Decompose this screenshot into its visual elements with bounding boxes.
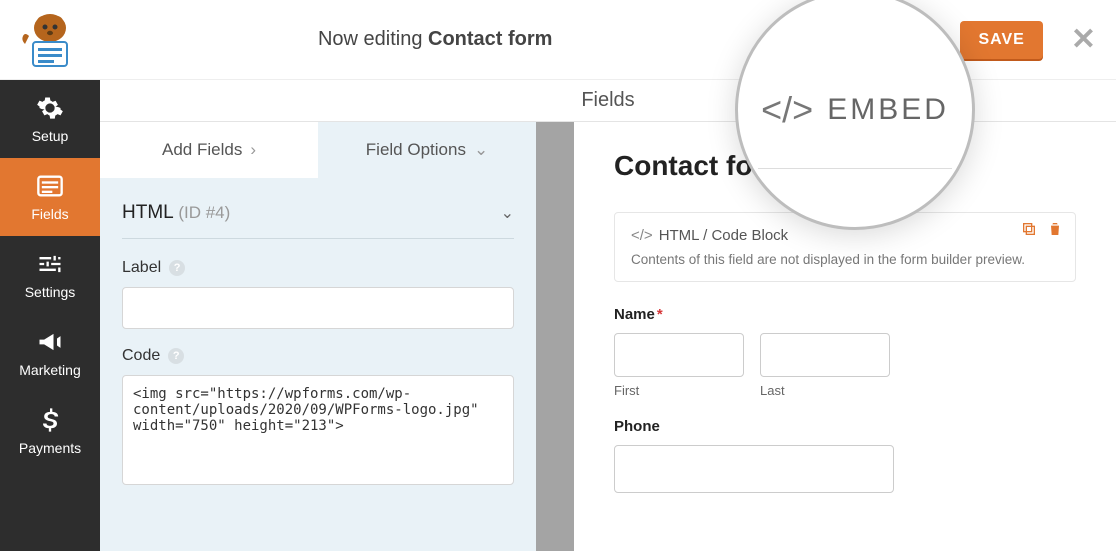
label-input[interactable] xyxy=(122,287,514,329)
tab-field-options[interactable]: Field Options ⌄ xyxy=(318,122,536,178)
sidebar-item-label: Marketing xyxy=(19,362,80,378)
phone-field: Phone xyxy=(614,418,1076,493)
first-sublabel: First xyxy=(614,383,744,398)
sidebar-item-label: Payments xyxy=(19,440,81,456)
dollar-icon xyxy=(36,406,64,434)
save-button[interactable]: SAVE xyxy=(960,21,1042,59)
sidebar: Setup Fields Settings Marketing Payments xyxy=(0,80,100,551)
field-id-label: (ID #4) xyxy=(178,203,230,222)
editing-form-name: Contact form xyxy=(428,28,552,50)
code-icon: </> xyxy=(761,89,813,131)
help-icon[interactable]: ? xyxy=(168,348,184,364)
html-block-description: Contents of this field are not displayed… xyxy=(631,252,1059,267)
sidebar-item-payments[interactable]: Payments xyxy=(0,392,100,470)
chevron-down-icon[interactable]: ⌄ xyxy=(501,203,514,223)
code-textarea[interactable] xyxy=(122,375,514,485)
help-icon[interactable]: ? xyxy=(169,260,185,276)
sidebar-item-label: Settings xyxy=(25,284,76,300)
code-icon: </> xyxy=(631,227,653,244)
gear-icon xyxy=(36,94,64,122)
sidebar-item-setup[interactable]: Setup xyxy=(0,80,100,158)
wpforms-logo xyxy=(0,0,100,80)
duplicate-icon[interactable] xyxy=(1021,221,1037,237)
trash-icon[interactable] xyxy=(1047,221,1063,237)
html-block-title: HTML / Code Block xyxy=(659,227,789,244)
phone-input[interactable] xyxy=(614,445,894,493)
name-label: Name xyxy=(614,306,655,323)
sidebar-item-fields[interactable]: Fields xyxy=(0,158,100,236)
megaphone-icon xyxy=(36,328,64,356)
last-name-input[interactable] xyxy=(760,333,890,377)
sidebar-item-marketing[interactable]: Marketing xyxy=(0,314,100,392)
label-field-label: Label ? xyxy=(122,259,514,277)
editing-title: Now editing Contact form xyxy=(100,28,770,51)
field-type-label: HTML xyxy=(122,202,173,223)
sliders-icon xyxy=(36,250,64,278)
field-options-panel: Add Fields › Field Options ⌄ HTML (ID #4… xyxy=(100,122,540,551)
editing-prefix: Now editing xyxy=(318,28,428,50)
chevron-down-icon: ⌄ xyxy=(474,140,488,160)
close-icon[interactable]: ✕ xyxy=(1071,22,1096,57)
embed-magnified-label: EMBED xyxy=(827,93,949,127)
tab-add-fields[interactable]: Add Fields › xyxy=(100,122,318,178)
last-sublabel: Last xyxy=(760,383,890,398)
chevron-right-icon: › xyxy=(250,140,256,160)
field-type-header[interactable]: HTML (ID #4) ⌄ xyxy=(122,202,514,239)
embed-magnifier-callout: </> EMBED xyxy=(735,0,975,230)
required-star: * xyxy=(657,306,663,323)
first-name-input[interactable] xyxy=(614,333,744,377)
sidebar-item-label: Setup xyxy=(32,128,69,144)
phone-label: Phone xyxy=(614,418,660,435)
sidebar-item-label: Fields xyxy=(31,206,68,222)
code-field-label: Code ? xyxy=(122,347,514,365)
fields-icon xyxy=(36,172,64,200)
name-field: Name * First Last xyxy=(614,306,1076,398)
sidebar-item-settings[interactable]: Settings xyxy=(0,236,100,314)
